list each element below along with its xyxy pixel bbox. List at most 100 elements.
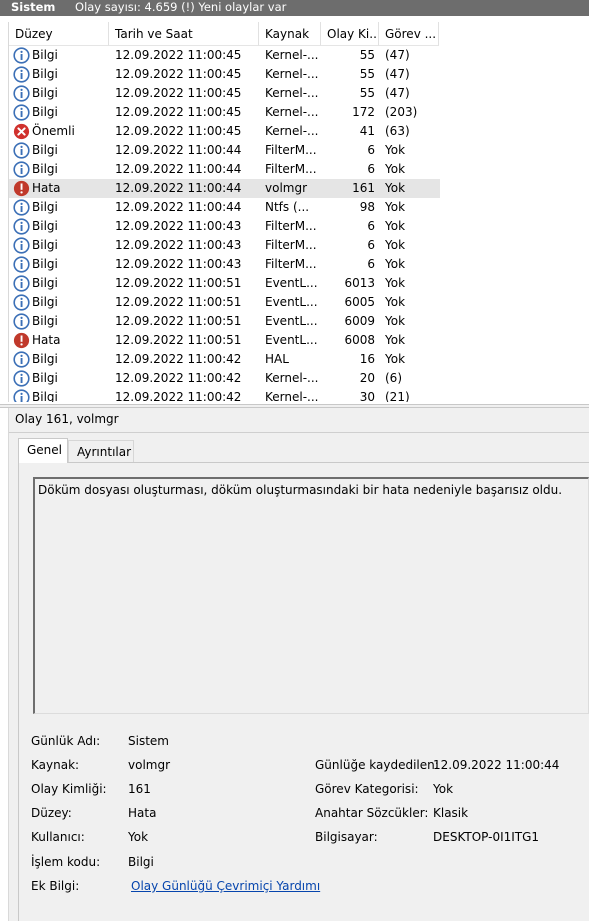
event-row[interactable]: Bilgi 12.09.2022 11:00:43 FilterM... 6 Yok bbox=[9, 217, 440, 236]
event-task-category: Yok bbox=[385, 333, 406, 347]
event-row[interactable]: Bilgi 12.09.2022 11:00:45 Kernel-... 55 (47) bbox=[9, 46, 440, 65]
event-id-value: 161 bbox=[128, 782, 151, 796]
event-id: 16 bbox=[359, 352, 375, 366]
column-header-event-id[interactable]: Olay Ki... bbox=[321, 22, 379, 46]
info-icon bbox=[13, 351, 30, 368]
keywords-label: Anahtar Sözcükler: bbox=[315, 806, 429, 820]
event-date: 12.09.2022 11:00:45 bbox=[115, 86, 242, 100]
log-name-label: Günlük Adı: bbox=[31, 734, 101, 748]
event-source: Kernel-... bbox=[265, 105, 319, 119]
event-row[interactable]: Hata 12.09.2022 11:00:44 volmgr 161 Yok bbox=[9, 179, 440, 198]
event-list[interactable]: Düzey Tarih ve Saat Kaynak Olay Ki... Gö… bbox=[8, 22, 589, 402]
event-task-category: (47) bbox=[385, 67, 410, 81]
event-row[interactable]: Bilgi 12.09.2022 11:00:42 Kernel-... 30 (21) bbox=[9, 388, 440, 402]
event-date: 12.09.2022 11:00:45 bbox=[115, 48, 242, 62]
event-id: 6013 bbox=[344, 276, 375, 290]
event-date: 12.09.2022 11:00:45 bbox=[115, 67, 242, 81]
task-category-label: Görev Kategorisi: bbox=[315, 782, 419, 796]
event-row[interactable]: Bilgi 12.09.2022 11:00:44 Ntfs (... 98 Yok bbox=[9, 198, 440, 217]
event-task-category: Yok bbox=[385, 295, 406, 309]
error-icon bbox=[13, 332, 30, 349]
event-source: FilterM... bbox=[265, 257, 317, 271]
event-id: 55 bbox=[359, 86, 375, 100]
event-source: FilterM... bbox=[265, 162, 317, 176]
event-level-cell: Önemli bbox=[13, 122, 109, 141]
event-task-category: Yok bbox=[385, 257, 406, 271]
tab-general[interactable]: Genel bbox=[18, 438, 68, 463]
opcode-value: Bilgi bbox=[128, 855, 154, 869]
event-row[interactable]: Bilgi 12.09.2022 11:00:51 EventL... 6009 Yok bbox=[9, 312, 440, 331]
event-id: 55 bbox=[359, 48, 375, 62]
event-task-category: Yok bbox=[385, 200, 406, 214]
column-header-level[interactable]: Düzey bbox=[9, 22, 109, 46]
event-source: HAL bbox=[265, 352, 289, 366]
tab-details[interactable]: Ayrıntılar bbox=[68, 440, 134, 462]
event-row[interactable]: Bilgi 12.09.2022 11:00:45 Kernel-... 55 (47) bbox=[9, 65, 440, 84]
description-box[interactable]: Döküm dosyası oluşturması, döküm oluştur… bbox=[33, 477, 589, 714]
event-row[interactable]: Bilgi 12.09.2022 11:00:44 FilterM... 6 Yok bbox=[9, 160, 440, 179]
event-level-cell: Bilgi bbox=[13, 350, 109, 369]
user-value: Yok bbox=[128, 830, 149, 844]
event-level: Bilgi bbox=[32, 295, 58, 309]
event-source: Kernel-... bbox=[265, 390, 319, 402]
event-row[interactable]: Bilgi 12.09.2022 11:00:51 EventL... 6013 Yok bbox=[9, 274, 440, 293]
event-date: 12.09.2022 11:00:51 bbox=[115, 295, 242, 309]
column-header-date[interactable]: Tarih ve Saat bbox=[109, 22, 259, 46]
event-task-category: (47) bbox=[385, 86, 410, 100]
event-row[interactable]: Bilgi 12.09.2022 11:00:45 Kernel-... 172 (20… bbox=[9, 103, 440, 122]
event-date: 12.09.2022 11:00:45 bbox=[115, 124, 242, 138]
event-task-category: Yok bbox=[385, 219, 406, 233]
event-detail-pane: Olay 161, volmgr Genel Ayrıntılar Döküm … bbox=[8, 408, 589, 921]
info-icon bbox=[13, 256, 30, 273]
logged-label: Günlüğe kaydedilen: bbox=[315, 758, 439, 772]
event-id: 20 bbox=[359, 371, 375, 385]
event-source: FilterM... bbox=[265, 143, 317, 157]
task-category-value: Yok bbox=[433, 782, 454, 796]
event-row[interactable]: Bilgi 12.09.2022 11:00:44 FilterM... 6 Yok bbox=[9, 141, 440, 160]
event-date: 12.09.2022 11:00:51 bbox=[115, 314, 242, 328]
computer-value: DESKTOP-0I1ITG1 bbox=[433, 830, 540, 844]
info-icon bbox=[13, 313, 30, 330]
event-row[interactable]: Önemli 12.09.2022 11:00:45 Kernel-... 41 (63… bbox=[9, 122, 440, 141]
event-source: Ntfs (... bbox=[265, 200, 310, 214]
event-task-category: (47) bbox=[385, 48, 410, 62]
event-row[interactable]: Bilgi 12.09.2022 11:00:42 Kernel-... 20 (6) bbox=[9, 369, 440, 388]
info-icon bbox=[13, 389, 30, 402]
event-id: 6 bbox=[367, 162, 375, 176]
online-help-link[interactable]: Olay Günlüğü Çevrimiçi Yardımı bbox=[131, 879, 320, 893]
event-row[interactable]: Bilgi 12.09.2022 11:00:51 EventL... 6005 Yok bbox=[9, 293, 440, 312]
event-level-cell: Bilgi bbox=[13, 255, 109, 274]
event-id: 55 bbox=[359, 67, 375, 81]
event-row[interactable]: Bilgi 12.09.2022 11:00:43 FilterM... 6 Yok bbox=[9, 255, 440, 274]
event-task-category: Yok bbox=[385, 181, 406, 195]
event-level-cell: Bilgi bbox=[13, 217, 109, 236]
event-task-category: Yok bbox=[385, 143, 406, 157]
general-tab-panel: Döküm dosyası oluşturması, döküm oluştur… bbox=[18, 462, 589, 921]
source-label: Kaynak: bbox=[31, 758, 80, 772]
event-date: 12.09.2022 11:00:44 bbox=[115, 143, 242, 157]
event-date: 12.09.2022 11:00:51 bbox=[115, 276, 242, 290]
source-value: volmgr bbox=[128, 758, 171, 772]
event-task-category: Yok bbox=[385, 162, 406, 176]
event-row[interactable]: Bilgi 12.09.2022 11:00:43 FilterM... 6 Yok bbox=[9, 236, 440, 255]
event-level-cell: Bilgi bbox=[13, 293, 109, 312]
event-row[interactable]: Hata 12.09.2022 11:00:51 EventL... 6008 Yok bbox=[9, 331, 440, 350]
event-source: FilterM... bbox=[265, 238, 317, 252]
detail-divider bbox=[9, 432, 589, 433]
event-source: FilterM... bbox=[265, 219, 317, 233]
event-level-cell: Bilgi bbox=[13, 312, 109, 331]
event-row[interactable]: Bilgi 12.09.2022 11:00:42 HAL 16 Yok bbox=[9, 350, 440, 369]
column-header-task[interactable]: Görev ... bbox=[379, 22, 439, 46]
event-level-cell: Bilgi bbox=[13, 236, 109, 255]
info-icon bbox=[13, 47, 30, 64]
event-level-cell: Bilgi bbox=[13, 46, 109, 65]
event-task-category: (21) bbox=[385, 390, 410, 402]
event-date: 12.09.2022 11:00:43 bbox=[115, 219, 242, 233]
event-level: Hata bbox=[32, 333, 61, 347]
event-level: Bilgi bbox=[32, 48, 58, 62]
event-level: Önemli bbox=[32, 124, 75, 138]
column-header-source[interactable]: Kaynak bbox=[259, 22, 321, 46]
event-source: Kernel-... bbox=[265, 48, 319, 62]
event-row[interactable]: Bilgi 12.09.2022 11:00:45 Kernel-... 55 (47) bbox=[9, 84, 440, 103]
opcode-label: İşlem kodu: bbox=[31, 855, 101, 869]
